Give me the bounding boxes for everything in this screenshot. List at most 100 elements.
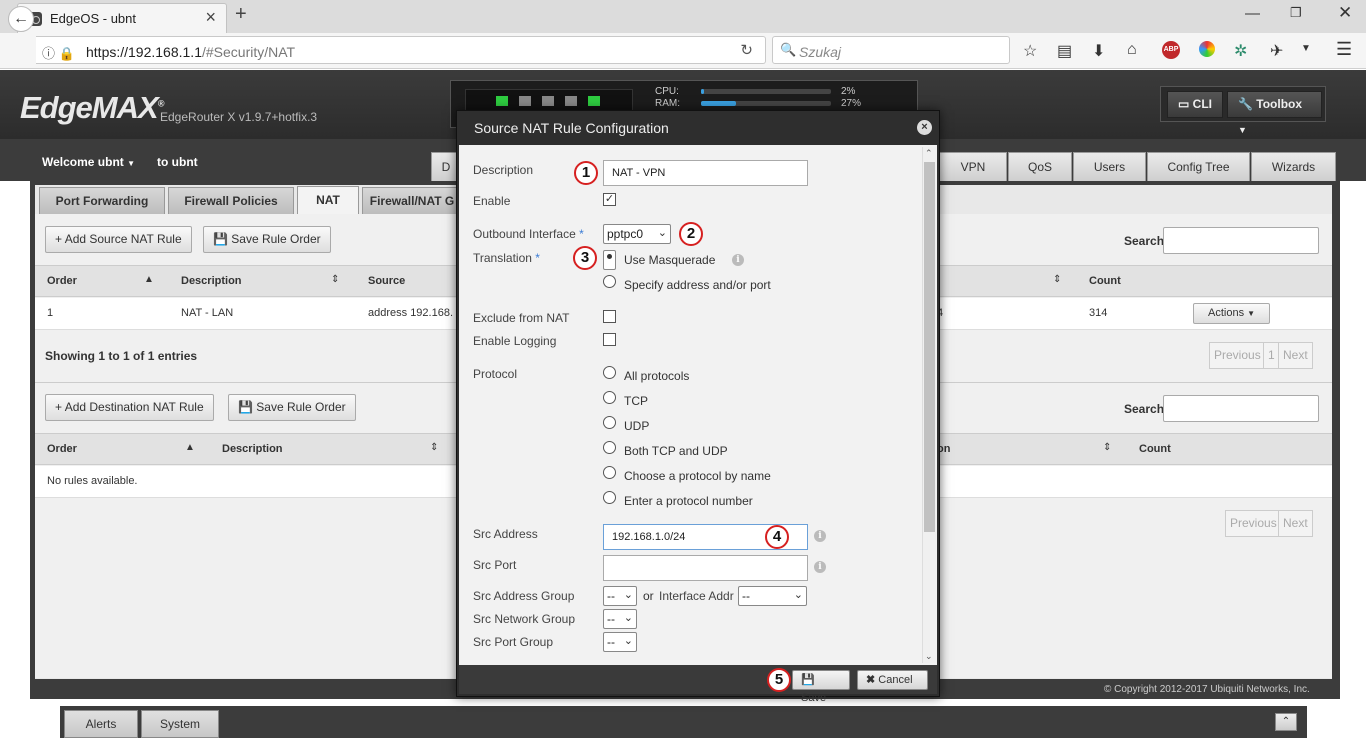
src-address-group-label: Src Address Group — [473, 589, 575, 603]
ram-bar — [701, 101, 831, 106]
add-source-nat-rule-button[interactable]: + Add Source NAT Rule — [45, 226, 192, 253]
adblock-icon[interactable]: ABP — [1162, 41, 1180, 59]
col-order[interactable]: Order — [47, 443, 77, 455]
reload-icon[interactable]: ↻ — [740, 41, 753, 59]
add-destination-nat-rule-button[interactable]: + Add Destination NAT Rule — [45, 394, 214, 421]
color-extension-icon[interactable] — [1199, 41, 1215, 57]
cancel-button[interactable]: ✖ Cancel — [857, 670, 928, 690]
col-count[interactable]: Count — [1139, 443, 1171, 455]
pager-previous[interactable]: Previous — [1225, 510, 1282, 537]
toolbox-button[interactable]: 🔧 Toolbox ▼ — [1227, 91, 1322, 135]
nav-tab-qos[interactable]: QoS — [1008, 152, 1072, 181]
sort-both-icon[interactable]: ⇕ — [430, 442, 438, 453]
src-port-group-select[interactable]: -- ⌄ — [603, 632, 637, 652]
extension-menu-icon[interactable]: ▼ — [1301, 43, 1311, 54]
alerts-button[interactable]: Alerts — [64, 710, 138, 738]
minimize-icon[interactable]: — — [1245, 5, 1260, 22]
info-icon[interactable]: i — [732, 254, 744, 266]
specify-address-radio[interactable] — [603, 275, 616, 288]
scroll-up-icon[interactable]: ⌃ — [925, 148, 933, 159]
network-extension-icon[interactable]: ✲ — [1234, 41, 1247, 61]
close-icon[interactable]: × — [917, 120, 932, 135]
close-tab-icon[interactable]: × — [205, 7, 216, 28]
destination-search-input[interactable] — [1163, 395, 1319, 422]
protocol-by-name-radio[interactable] — [603, 466, 616, 479]
interface-addr-select[interactable]: -- ⌄ — [738, 586, 807, 606]
src-port-input[interactable] — [603, 555, 808, 581]
bookmark-star-icon[interactable]: ☆ — [1023, 41, 1037, 61]
info-icon[interactable]: i — [814, 530, 826, 542]
protocol-number-radio[interactable] — [603, 491, 616, 504]
protocol-udp-radio[interactable] — [603, 416, 616, 429]
protocol-tcp-radio[interactable] — [603, 391, 616, 404]
sort-both-icon[interactable]: ⇕ — [1103, 442, 1111, 453]
download-icon[interactable]: ⬇ — [1092, 41, 1105, 61]
maximize-icon[interactable]: ❐ — [1290, 5, 1302, 21]
sort-both-icon[interactable]: ⇕ — [1053, 274, 1061, 285]
protocol-tcp-label: TCP — [624, 394, 648, 408]
col-description[interactable]: Description — [222, 443, 283, 455]
nav-tab-wizards[interactable]: Wizards — [1251, 152, 1336, 181]
reading-list-icon[interactable]: ▤ — [1057, 41, 1072, 61]
protocol-all-radio[interactable] — [603, 366, 616, 379]
exclude-from-nat-checkbox[interactable] — [603, 310, 616, 323]
pager-next[interactable]: Next — [1278, 510, 1313, 537]
save-source-rule-order-button[interactable]: 💾 Save Rule Order — [203, 226, 331, 253]
col-count[interactable]: Count — [1089, 275, 1121, 287]
cli-button[interactable]: ▭ CLI — [1167, 91, 1224, 118]
address-bar[interactable]: ⓘ 🔒 https://192.168.1.1/#Security/NAT ↻ — [36, 36, 766, 64]
sort-asc-icon[interactable]: ▲ — [185, 442, 195, 453]
port-led — [519, 96, 531, 106]
browser-tab[interactable]: EdgeOS - ubnt × — [17, 3, 227, 33]
enable-logging-checkbox[interactable] — [603, 333, 616, 346]
back-arrow-icon[interactable]: ← — [8, 6, 34, 32]
destination-search-label: Search — [1124, 402, 1165, 416]
hamburger-menu-icon[interactable]: ☰ — [1336, 39, 1352, 60]
user-menu[interactable]: Welcome ubnt ▼ — [42, 155, 135, 169]
col-source[interactable]: Source — [368, 275, 405, 287]
save-destination-rule-order-button[interactable]: 💾 Save Rule Order — [228, 394, 356, 421]
new-tab-icon[interactable]: + — [235, 3, 247, 26]
scroll-down-icon[interactable]: ⌄ — [925, 651, 933, 662]
row-actions-button[interactable]: Actions ▼ — [1193, 303, 1271, 324]
no-rules-text: No rules available. — [47, 475, 138, 487]
source-search-input[interactable] — [1163, 227, 1319, 254]
info-icon[interactable]: i — [814, 561, 826, 573]
sort-asc-icon[interactable]: ▲ — [144, 274, 154, 285]
home-icon[interactable]: ⌂ — [1127, 41, 1137, 59]
caret-down-icon: ▼ — [1247, 309, 1256, 318]
edgemax-logo: EdgeMAX® — [20, 90, 164, 125]
description-input[interactable]: NAT - VPN — [603, 160, 808, 186]
enable-checkbox[interactable]: ✓ — [603, 193, 616, 206]
ram-bar-fill — [701, 101, 737, 106]
nav-tab-config-tree[interactable]: Config Tree — [1147, 152, 1250, 181]
callout-4: 4 — [765, 525, 789, 549]
translation-label: Translation * — [473, 251, 540, 265]
subtab-firewall-nat-groups[interactable]: Firewall/NAT G — [362, 187, 462, 215]
cpu-label: CPU: — [655, 86, 679, 97]
bug-extension-icon[interactable]: ✈ — [1270, 41, 1283, 61]
src-address-group-select[interactable]: -- ⌄ — [603, 586, 637, 606]
sort-both-icon[interactable]: ⇕ — [331, 274, 339, 285]
outbound-interface-select[interactable]: pptpc0 ⌄ — [603, 224, 671, 244]
subtab-nat[interactable]: NAT — [297, 186, 359, 215]
use-masquerade-radio[interactable] — [603, 250, 616, 270]
browser-search-box[interactable]: 🔍 Szukaj — [772, 36, 1010, 64]
col-description[interactable]: Description — [181, 275, 242, 287]
system-button[interactable]: System — [141, 710, 219, 738]
protocol-both-radio[interactable] — [603, 441, 616, 454]
close-icon: ✖ — [866, 674, 879, 686]
pager-previous[interactable]: Previous — [1209, 342, 1266, 369]
nav-tab-users[interactable]: Users — [1073, 152, 1146, 181]
scrollbar-thumb[interactable] — [924, 162, 935, 532]
site-info-lock-icon[interactable]: ⓘ 🔒 — [42, 43, 75, 62]
pager-next[interactable]: Next — [1278, 342, 1313, 369]
expand-up-icon[interactable]: ⌃ — [1275, 713, 1297, 731]
window-close-icon[interactable]: ✕ — [1338, 3, 1352, 23]
save-button[interactable]: 💾 Save — [792, 670, 850, 704]
subtab-firewall-policies[interactable]: Firewall Policies — [168, 187, 294, 215]
subtab-port-forwarding[interactable]: Port Forwarding — [39, 187, 165, 215]
src-network-group-select[interactable]: -- ⌄ — [603, 609, 637, 629]
col-order[interactable]: Order — [47, 275, 77, 287]
nav-tab-vpn[interactable]: VPN — [939, 152, 1007, 181]
